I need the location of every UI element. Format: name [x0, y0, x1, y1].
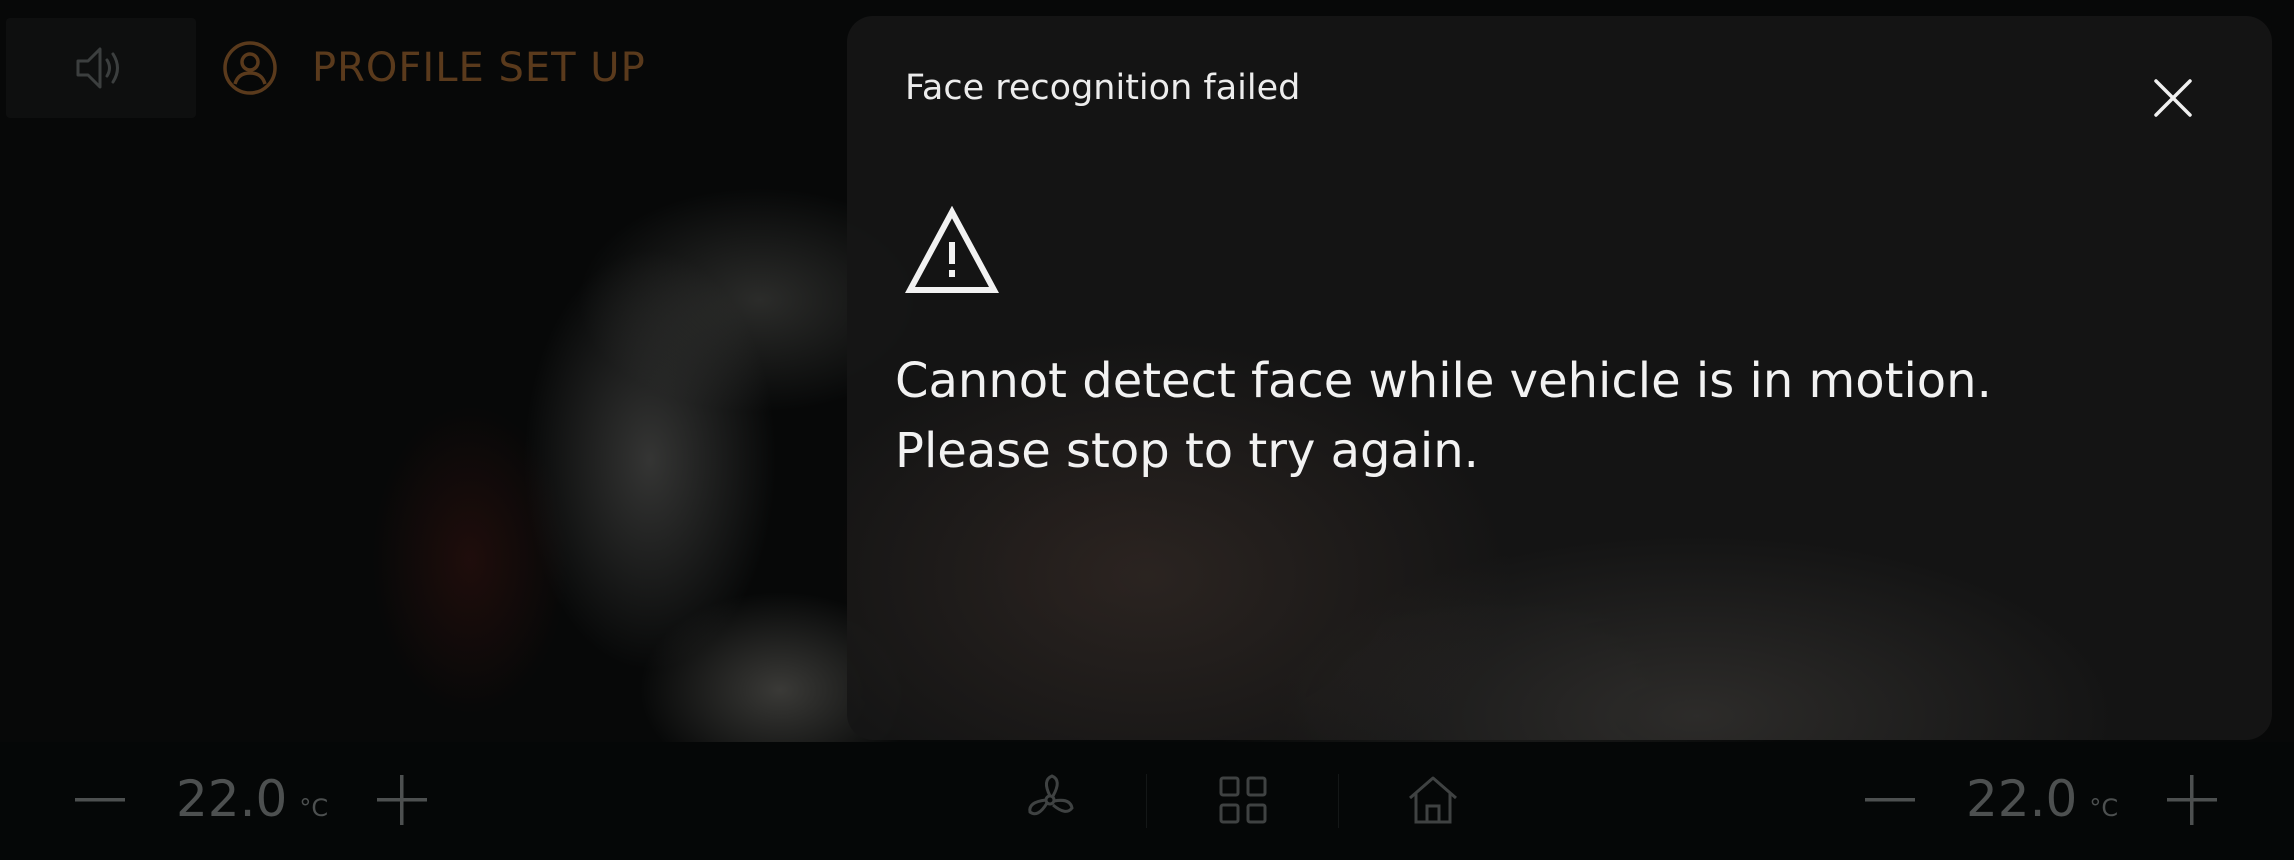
- driver-temp-increase-button[interactable]: [362, 770, 442, 830]
- passenger-temperature: 22.0 °C: [1966, 770, 2118, 830]
- user-profile-icon: [223, 41, 277, 95]
- fan-icon: [1028, 774, 1074, 816]
- dialog-message: Cannot detect face while vehicle is in m…: [895, 346, 2215, 486]
- home-icon: [1409, 776, 1457, 824]
- minus-icon: [1865, 798, 1915, 802]
- driver-temperature-unit: °C: [299, 794, 329, 822]
- dialog-title: Face recognition failed: [905, 68, 1301, 108]
- dialog-message-line: Cannot detect face while vehicle is in m…: [895, 353, 1992, 409]
- fan-button[interactable]: [1010, 768, 1090, 832]
- plus-icon: [2167, 775, 2217, 825]
- passenger-temperature-value: 22.0: [1966, 770, 2078, 828]
- speaker-volume-icon: [76, 47, 119, 89]
- divider: [1338, 774, 1339, 828]
- passenger-temperature-unit: °C: [2089, 794, 2119, 822]
- apps-grid-icon: [1219, 776, 1267, 824]
- climate-control-bar: 22.0 °C 22.0 °C: [0, 742, 2294, 860]
- divider: [1146, 774, 1147, 828]
- page-title: PROFILE SET UP: [312, 45, 646, 91]
- passenger-temp-increase-button[interactable]: [2152, 770, 2232, 830]
- passenger-temp-decrease-button[interactable]: [1850, 770, 1930, 830]
- infotainment-screen: PROFILE SET UP Face recognition failed C…: [0, 0, 2294, 860]
- dialog-message-line: Please stop to try again.: [895, 423, 1479, 479]
- profile-header: PROFILE SET UP: [222, 38, 646, 98]
- warning-triangle-icon: [905, 206, 999, 293]
- plus-icon: [377, 775, 427, 825]
- home-button[interactable]: [1393, 768, 1473, 832]
- volume-button[interactable]: [6, 18, 196, 118]
- driver-temperature-value: 22.0: [176, 770, 288, 828]
- apps-button[interactable]: [1203, 768, 1283, 832]
- close-icon: [2154, 79, 2192, 117]
- minus-icon: [75, 798, 125, 802]
- face-recognition-failed-dialog: Face recognition failed Cannot detect fa…: [847, 16, 2272, 740]
- driver-temp-decrease-button[interactable]: [60, 770, 140, 830]
- close-button[interactable]: [2143, 68, 2203, 128]
- driver-temperature: 22.0 °C: [176, 770, 328, 830]
